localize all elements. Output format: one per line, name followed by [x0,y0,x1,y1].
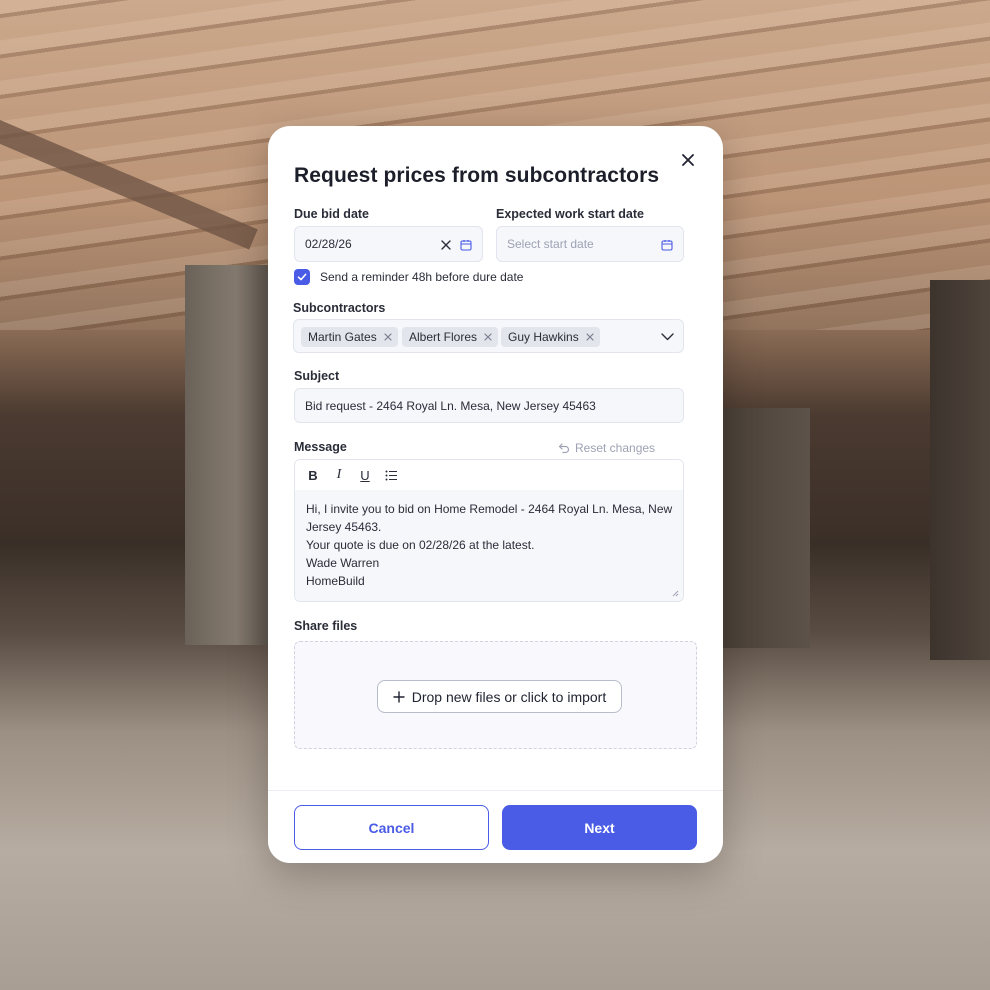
plus-icon [393,690,405,703]
work-start-date-input[interactable] [507,227,638,261]
reset-changes-label: Reset changes [575,441,656,455]
chip-label: Martin Gates [308,330,377,344]
message-line: Your quote is due on 02/28/26 at the lat… [306,538,535,552]
resize-handle-icon[interactable] [672,590,679,597]
work-start-date-label: Expected work start date [496,207,644,221]
due-bid-date-field[interactable] [294,226,483,262]
calendar-icon[interactable] [458,237,474,253]
next-button[interactable]: Next [502,805,697,850]
bold-button[interactable]: B [303,465,323,485]
remove-chip-icon[interactable] [484,333,492,341]
underline-button[interactable]: U [355,465,375,485]
cancel-button[interactable]: Cancel [294,805,489,850]
bullet-list-icon[interactable] [381,465,401,485]
reset-changes-button[interactable]: Reset changes [558,441,655,455]
modal-footer: Cancel Next [268,790,723,863]
subject-field[interactable] [294,388,684,423]
italic-button[interactable]: I [329,465,349,485]
share-files-label: Share files [294,619,358,633]
message-editor: B I U Hi, I invite you to bid on Home Re… [294,459,684,602]
work-start-date-field[interactable] [496,226,684,262]
message-label: Message [294,440,347,454]
reminder-label[interactable]: Send a reminder 48h before dure date [320,270,523,284]
chip-label: Guy Hawkins [508,330,579,344]
close-icon[interactable] [678,150,698,170]
message-textarea[interactable]: Hi, I invite you to bid on Home Remodel … [295,490,683,601]
file-dropzone[interactable]: Drop new files or click to import [294,641,697,749]
message-line: Wade Warren [306,556,380,570]
concrete-pillar-left [185,265,270,645]
chip-label: Albert Flores [409,330,478,344]
modal-title: Request prices from subcontractors [294,164,660,187]
subject-label: Subject [294,369,340,383]
editor-toolbar: B I U [295,460,683,490]
import-files-label: Drop new files or click to import [411,688,607,705]
subcontractor-chip: Guy Hawkins [501,327,600,347]
due-bid-date-label: Due bid date [294,207,370,221]
concrete-pillar-right [720,408,810,648]
reminder-checkbox[interactable] [294,269,310,285]
subcontractors-label: Subcontractors [293,301,386,315]
calendar-icon[interactable] [659,237,675,253]
message-line: HomeBuild [306,574,365,588]
concrete-wall-right [930,280,990,660]
remove-chip-icon[interactable] [384,333,392,341]
subject-input[interactable] [305,389,662,422]
subcontractor-chip: Albert Flores [402,327,499,347]
checkmark-icon [297,273,307,281]
clear-date-icon[interactable] [439,238,453,252]
chevron-down-icon[interactable] [660,330,674,344]
message-line: Jersey 45463. [306,520,382,534]
undo-icon [558,443,570,454]
due-bid-date-input[interactable] [305,227,436,261]
import-files-button[interactable]: Drop new files or click to import [377,680,622,713]
remove-chip-icon[interactable] [586,333,594,341]
request-prices-modal: Request prices from subcontractors Due b… [268,126,723,863]
subcontractor-chip: Martin Gates [301,327,398,347]
message-line: Hi, I invite you to bid on Home Remodel … [306,502,673,516]
